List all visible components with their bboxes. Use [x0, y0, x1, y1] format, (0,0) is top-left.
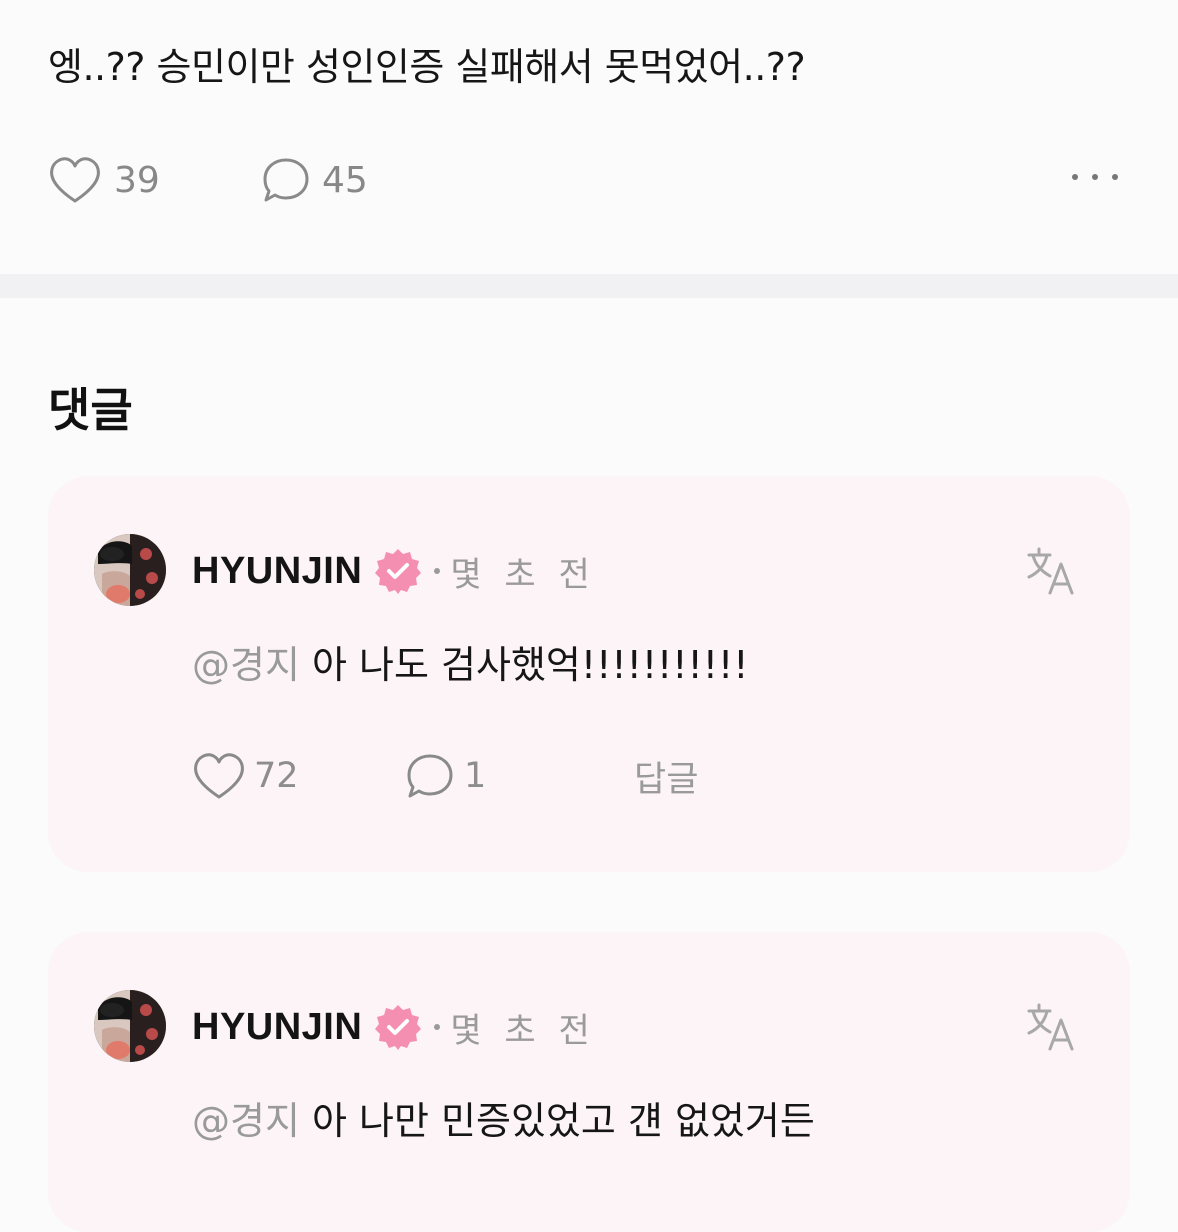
timestamp: 몇 초 전 — [450, 554, 596, 595]
separator-dot — [434, 568, 441, 574]
mention[interactable]: @경지 — [192, 1099, 300, 1143]
comments-title: 댓글 — [48, 383, 133, 437]
post-like-button[interactable]: 39 — [48, 152, 160, 208]
comment-body: @경지 아 나만 민증있었고 걘 없었거든 — [192, 1090, 815, 1145]
author-name[interactable]: HYUNJIN — [192, 1006, 362, 1049]
comment-body: @경지 아 나도 검사했억!!!!!!!!!!! — [192, 634, 748, 689]
comment-bubble-icon — [407, 754, 453, 798]
more-icon[interactable] — [1072, 174, 1118, 180]
translate-icon — [1027, 1003, 1074, 1051]
avatar[interactable] — [94, 534, 166, 606]
translate-button[interactable] — [1026, 1002, 1076, 1056]
post-comment-count: 45 — [322, 159, 368, 201]
translate-button[interactable] — [1026, 546, 1076, 600]
separator-dot — [434, 1024, 441, 1030]
reply-button[interactable]: 답글 — [634, 750, 698, 802]
comment-like-count: 72 — [254, 756, 299, 796]
post-text: 엥..?? 승민이만 성인인증 실패해서 못먹었어..?? — [48, 45, 806, 89]
comment-card: HYUNJIN 몇 초 전 @경지 아 나만 민증있었고 걘 없었거든 — [48, 932, 1130, 1232]
post-actions: 39 45 — [48, 152, 1128, 208]
mention[interactable]: @경지 — [192, 643, 300, 687]
comment-text: 아 나만 민증있었고 걘 없었거든 — [312, 1099, 815, 1143]
comment-text: 아 나도 검사했억!!!!!!!!!!! — [312, 643, 749, 687]
comment-bubble-icon — [263, 158, 309, 202]
comment-header: HYUNJIN 몇 초 전 — [192, 1002, 596, 1052]
comment-reply-count-button[interactable]: 1 — [406, 750, 486, 802]
verified-badge-icon — [375, 1005, 422, 1050]
comment-reply-count: 1 — [464, 756, 487, 796]
heart-icon — [194, 753, 244, 799]
comment-like-button[interactable]: 72 — [192, 750, 299, 802]
verified-badge-icon — [375, 549, 422, 594]
comment-actions: 72 1 답글 — [192, 750, 892, 802]
comment-header: HYUNJIN 몇 초 전 — [192, 546, 596, 596]
translate-icon — [1027, 547, 1074, 595]
avatar[interactable] — [94, 990, 166, 1062]
heart-icon — [50, 157, 100, 203]
author-name[interactable]: HYUNJIN — [192, 550, 362, 593]
section-divider — [0, 274, 1178, 298]
comment-card: HYUNJIN 몇 초 전 @경지 아 나도 검사했억!!!!!!!!!!! 7… — [48, 476, 1130, 872]
post-comment-button[interactable]: 45 — [262, 152, 368, 208]
timestamp: 몇 초 전 — [450, 1010, 596, 1051]
post-like-count: 39 — [114, 159, 160, 201]
